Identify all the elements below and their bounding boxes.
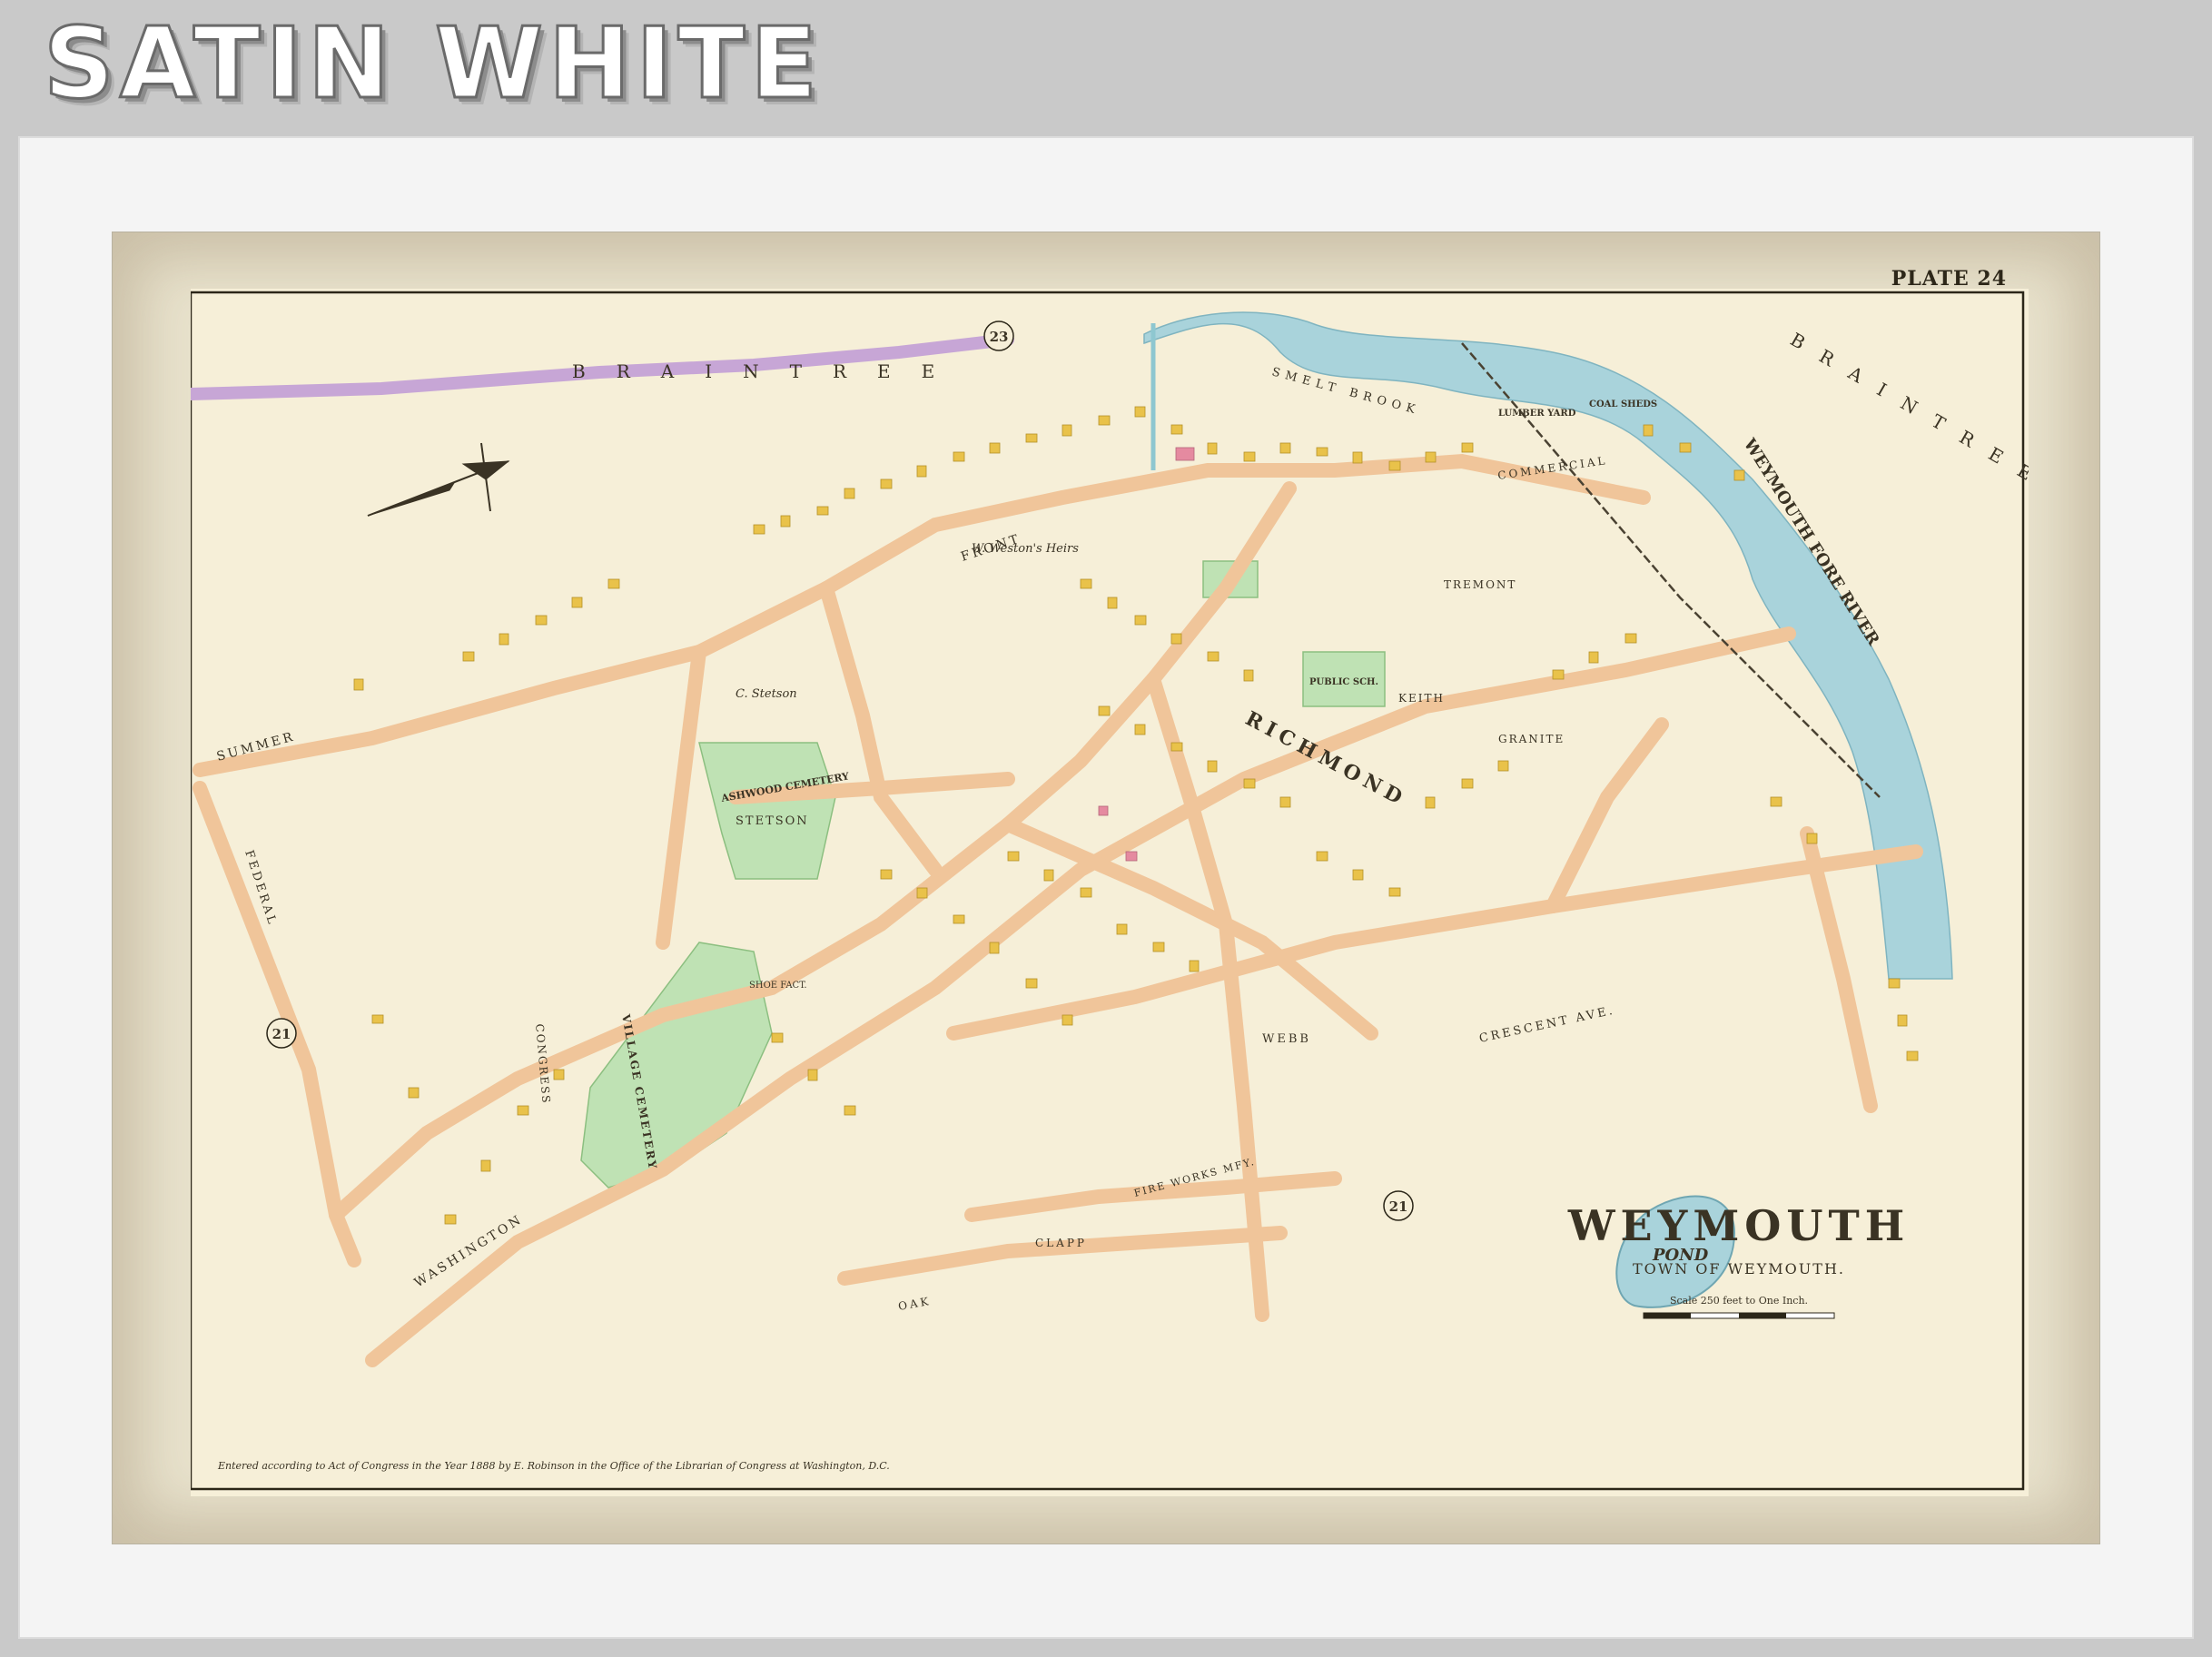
street-label-keith: KEITH (1398, 692, 1445, 705)
plate-marker-23-text: 23 (990, 329, 1009, 345)
street-label-granite: GRANITE (1498, 733, 1565, 745)
street-label-webb: WEBB (1262, 1032, 1311, 1046)
stetson-lot-label: C. Stetson (736, 687, 797, 701)
scale-text: Scale 250 feet to One Inch. (1670, 1295, 1808, 1307)
map-plate: BRAINTREE BRAINTREE WEYMOUTH FORE RIVER … (191, 267, 2029, 1496)
copyright-note: Entered according to Act of Congress in … (217, 1460, 890, 1472)
banner-title: SATIN WHITE (43, 5, 823, 122)
scale-bar (1643, 1312, 1835, 1319)
banner-title-text: SATIN WHITE (43, 5, 823, 122)
plate-marker-21-west-text: 21 (272, 1026, 291, 1042)
plate-marker-21-south-text: 21 (1389, 1198, 1408, 1215)
street-label-clapp: CLAPP (1035, 1237, 1087, 1249)
lumber-yard-label: LUMBER YARD (1498, 409, 1576, 419)
plate-number: PLATE 24 (1891, 267, 2007, 291)
town-label-braintree-west: BRAINTREE (572, 360, 965, 382)
map-svg: BRAINTREE BRAINTREE WEYMOUTH FORE RIVER … (191, 289, 2029, 1496)
street-label-stetson: STETSON (736, 814, 809, 828)
street-label-tremont: TREMONT (1444, 578, 1516, 591)
public-school-label: PUBLIC SCH. (1309, 677, 1378, 687)
shoe-factory-label: SHOE FACT. (749, 981, 807, 991)
westons-heirs-label: W. Weston's Heirs (972, 542, 1079, 556)
map-subtitle: TOWN OF WEYMOUTH. (1633, 1260, 1845, 1277)
coal-sheds-label: COAL SHEDS (1589, 399, 1657, 409)
map-title: WEYMOUTH (1567, 1201, 1910, 1250)
